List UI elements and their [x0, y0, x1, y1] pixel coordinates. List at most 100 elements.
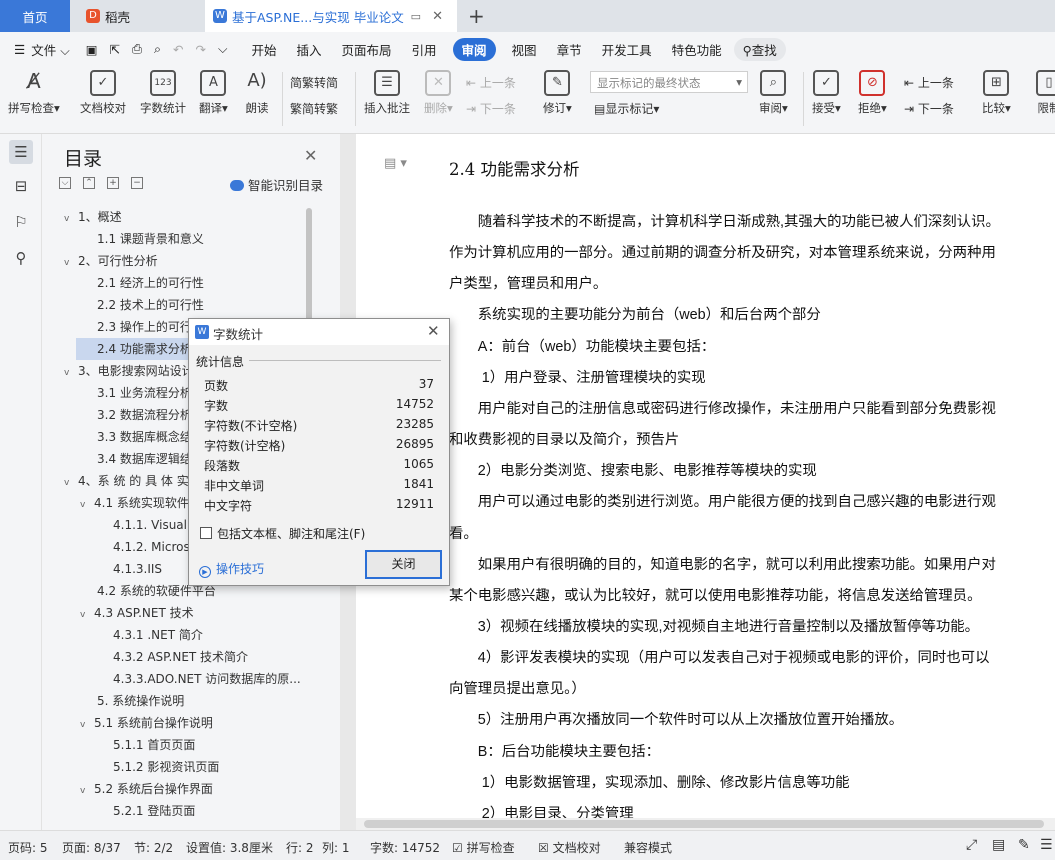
- translate-button[interactable]: A 翻译▾: [199, 70, 228, 116]
- bookmark-icon[interactable]: ⚐: [9, 210, 33, 234]
- compare-button[interactable]: ⊞ 比较▾: [982, 70, 1011, 116]
- menu-developer[interactable]: 开发工具: [602, 40, 652, 59]
- add-heading-icon[interactable]: +: [107, 177, 119, 189]
- tab-document[interactable]: W 基于ASP.NE...与实现 毕业论文 ▭ ✕: [205, 0, 457, 32]
- menu-chapter[interactable]: 章节: [557, 40, 582, 59]
- toc-item[interactable]: 5.2.1 登陆页面: [113, 800, 195, 816]
- scroll-thumb[interactable]: [364, 820, 1044, 828]
- toc-item[interactable]: v 4.3 ASP.NET 技术: [80, 602, 194, 624]
- toc-item[interactable]: v 4、系 统 的 具 体 实 现: [64, 470, 205, 492]
- review-pane-button[interactable]: ⌕ 审阅▾: [759, 70, 788, 116]
- menu-review[interactable]: 审阅: [452, 37, 496, 61]
- expand-caret-icon[interactable]: v: [80, 604, 94, 626]
- toc-item[interactable]: 2.2 技术上的可行性: [97, 294, 204, 316]
- wordcount-button[interactable]: 123 字数统计: [140, 70, 186, 116]
- toc-item[interactable]: 4.3.2 ASP.NET 技术简介: [113, 646, 248, 668]
- include-textbox-checkbox[interactable]: [200, 527, 212, 539]
- status-words[interactable]: 字数: 14752: [370, 839, 440, 856]
- toc-item[interactable]: 4.1.3.IIS: [113, 558, 162, 580]
- document-page[interactable]: ▤ ▾ 2.4 功能需求分析 随着科学技术的不断提高，计算机科学日渐成熟,其强大…: [356, 134, 1055, 818]
- new-tab-icon[interactable]: +: [468, 4, 485, 28]
- expand-caret-icon[interactable]: v: [80, 780, 94, 802]
- find-icon[interactable]: ⚲: [9, 246, 33, 270]
- tips-link[interactable]: ▶ 操作技巧: [199, 560, 264, 578]
- reject-button[interactable]: ⊘ 拒绝▾: [858, 70, 887, 116]
- quick-access-dropdown-icon[interactable]: ⌵: [218, 41, 227, 57]
- menu-file[interactable]: 文件 ⌵: [31, 40, 69, 59]
- track-changes-button[interactable]: ✎ 修订▾: [543, 70, 572, 116]
- menu-layout[interactable]: 页面布局: [342, 40, 392, 59]
- expand-caret-icon[interactable]: v: [64, 472, 78, 494]
- markup-state-select[interactable]: 显示标记的最终状态 ▾: [590, 71, 748, 93]
- proofread-button[interactable]: ✓ 文档校对: [80, 70, 126, 116]
- save-icon[interactable]: ▣: [86, 42, 98, 57]
- expand-caret-icon[interactable]: v: [64, 252, 78, 274]
- menu-start[interactable]: 开始: [251, 40, 276, 59]
- show-markup-button[interactable]: ▤显示标记▾: [594, 100, 659, 117]
- toc-item[interactable]: 1.1 课题背景和意义: [97, 228, 204, 250]
- trad-to-simp-button[interactable]: 简繁转简: [290, 74, 338, 91]
- toc-item[interactable]: 5. 系统操作说明: [97, 690, 184, 712]
- toc-item[interactable]: v 2、可行性分析: [64, 250, 158, 272]
- menu-view[interactable]: 视图: [512, 40, 537, 59]
- outline-view-icon[interactable]: ☰: [1040, 837, 1053, 853]
- next-comment-button[interactable]: ⇥ 下一条: [466, 100, 516, 117]
- restore-window-icon[interactable]: ▭: [411, 10, 421, 23]
- expand-caret-icon[interactable]: v: [64, 362, 78, 384]
- delete-comment-button[interactable]: ✕ 删除▾: [424, 70, 453, 116]
- menu-features[interactable]: 特色功能: [672, 40, 722, 59]
- paragraph-handle-icon[interactable]: ▤ ▾: [384, 156, 407, 171]
- status-spell-check[interactable]: ☑ 拼写检查: [452, 839, 515, 856]
- expand-caret-icon[interactable]: v: [80, 714, 94, 736]
- hamburger-icon[interactable]: ☰: [14, 42, 25, 57]
- toc-item[interactable]: 4.3.3.ADO.NET 访问数据库的原...: [113, 668, 301, 690]
- toc-item[interactable]: v 1、概述: [64, 206, 122, 228]
- expand-all-icon[interactable]: ⌃: [83, 177, 95, 189]
- menu-insert[interactable]: 插入: [296, 40, 321, 59]
- undo-icon[interactable]: ↶: [173, 42, 183, 57]
- page-view-icon[interactable]: ▤: [992, 837, 1005, 853]
- include-textbox-label[interactable]: 包括文本框、脚注和尾注(F): [217, 525, 365, 542]
- toc-item[interactable]: 3.1 业务流程分析: [97, 382, 192, 404]
- toc-item[interactable]: 5.1.2 影视资讯页面: [113, 756, 219, 778]
- search-button[interactable]: ⚲查找: [733, 37, 786, 61]
- insert-comment-button[interactable]: ☰ 插入批注: [364, 70, 410, 116]
- prev-change-button[interactable]: ⇤ 上一条: [904, 74, 954, 91]
- tab-home[interactable]: 首页: [0, 0, 70, 32]
- redo-icon[interactable]: ↷: [196, 42, 206, 57]
- print-icon[interactable]: ⎙: [132, 41, 142, 57]
- status-page[interactable]: 页面: 8/37: [62, 839, 121, 856]
- next-change-button[interactable]: ⇥ 下一条: [904, 100, 954, 117]
- tab-daoke[interactable]: D 稻壳: [72, 0, 198, 32]
- toc-item[interactable]: v 5.2 系统后台操作界面: [80, 778, 213, 800]
- dialog-titlebar[interactable]: W 字数统计 ✕: [189, 319, 449, 345]
- toc-item[interactable]: v 5.1 系统前台操作说明: [80, 712, 213, 734]
- toc-close-icon[interactable]: ✕: [304, 146, 317, 165]
- simp-to-trad-button[interactable]: 繁简转繁: [290, 100, 338, 117]
- toc-item[interactable]: 2.1 经济上的可行性: [97, 272, 204, 294]
- export-icon[interactable]: ⇱: [110, 42, 120, 57]
- horizontal-scrollbar[interactable]: [356, 818, 1055, 830]
- prev-comment-button[interactable]: ⇤ 上一条: [466, 74, 516, 91]
- fullscreen-icon[interactable]: ⤢: [966, 837, 977, 853]
- smart-toc-button[interactable]: 智能识别目录: [230, 175, 323, 194]
- expand-caret-icon[interactable]: v: [64, 208, 78, 230]
- read-aloud-button[interactable]: A) 朗读: [244, 70, 270, 116]
- toc-item[interactable]: v 3、电影搜索网站设计: [64, 360, 194, 382]
- edit-mode-icon[interactable]: ✎: [1018, 837, 1030, 853]
- remove-heading-icon[interactable]: −: [131, 177, 143, 189]
- close-button[interactable]: 关闭: [365, 550, 442, 579]
- expand-caret-icon[interactable]: v: [80, 494, 94, 516]
- status-proof[interactable]: ☒ 文档校对: [538, 839, 601, 856]
- dialog-close-icon[interactable]: ✕: [427, 322, 440, 340]
- toc-item[interactable]: 4.3.1 .NET 简介: [113, 624, 203, 646]
- collapse-all-icon[interactable]: ⌵: [59, 177, 71, 189]
- toc-item[interactable]: 5.1.1 首页页面: [113, 734, 195, 756]
- toc-item[interactable]: 3.2 数据流程分析: [97, 404, 192, 426]
- spell-check-button[interactable]: A̸ 拼写检查▾: [8, 70, 60, 116]
- close-tab-icon[interactable]: ✕: [432, 9, 443, 24]
- menu-reference[interactable]: 引用: [412, 40, 437, 59]
- preview-icon[interactable]: ⌕: [154, 41, 161, 57]
- chapter-nav-icon[interactable]: ⊟: [9, 174, 33, 198]
- toc-icon[interactable]: ☰: [9, 140, 33, 164]
